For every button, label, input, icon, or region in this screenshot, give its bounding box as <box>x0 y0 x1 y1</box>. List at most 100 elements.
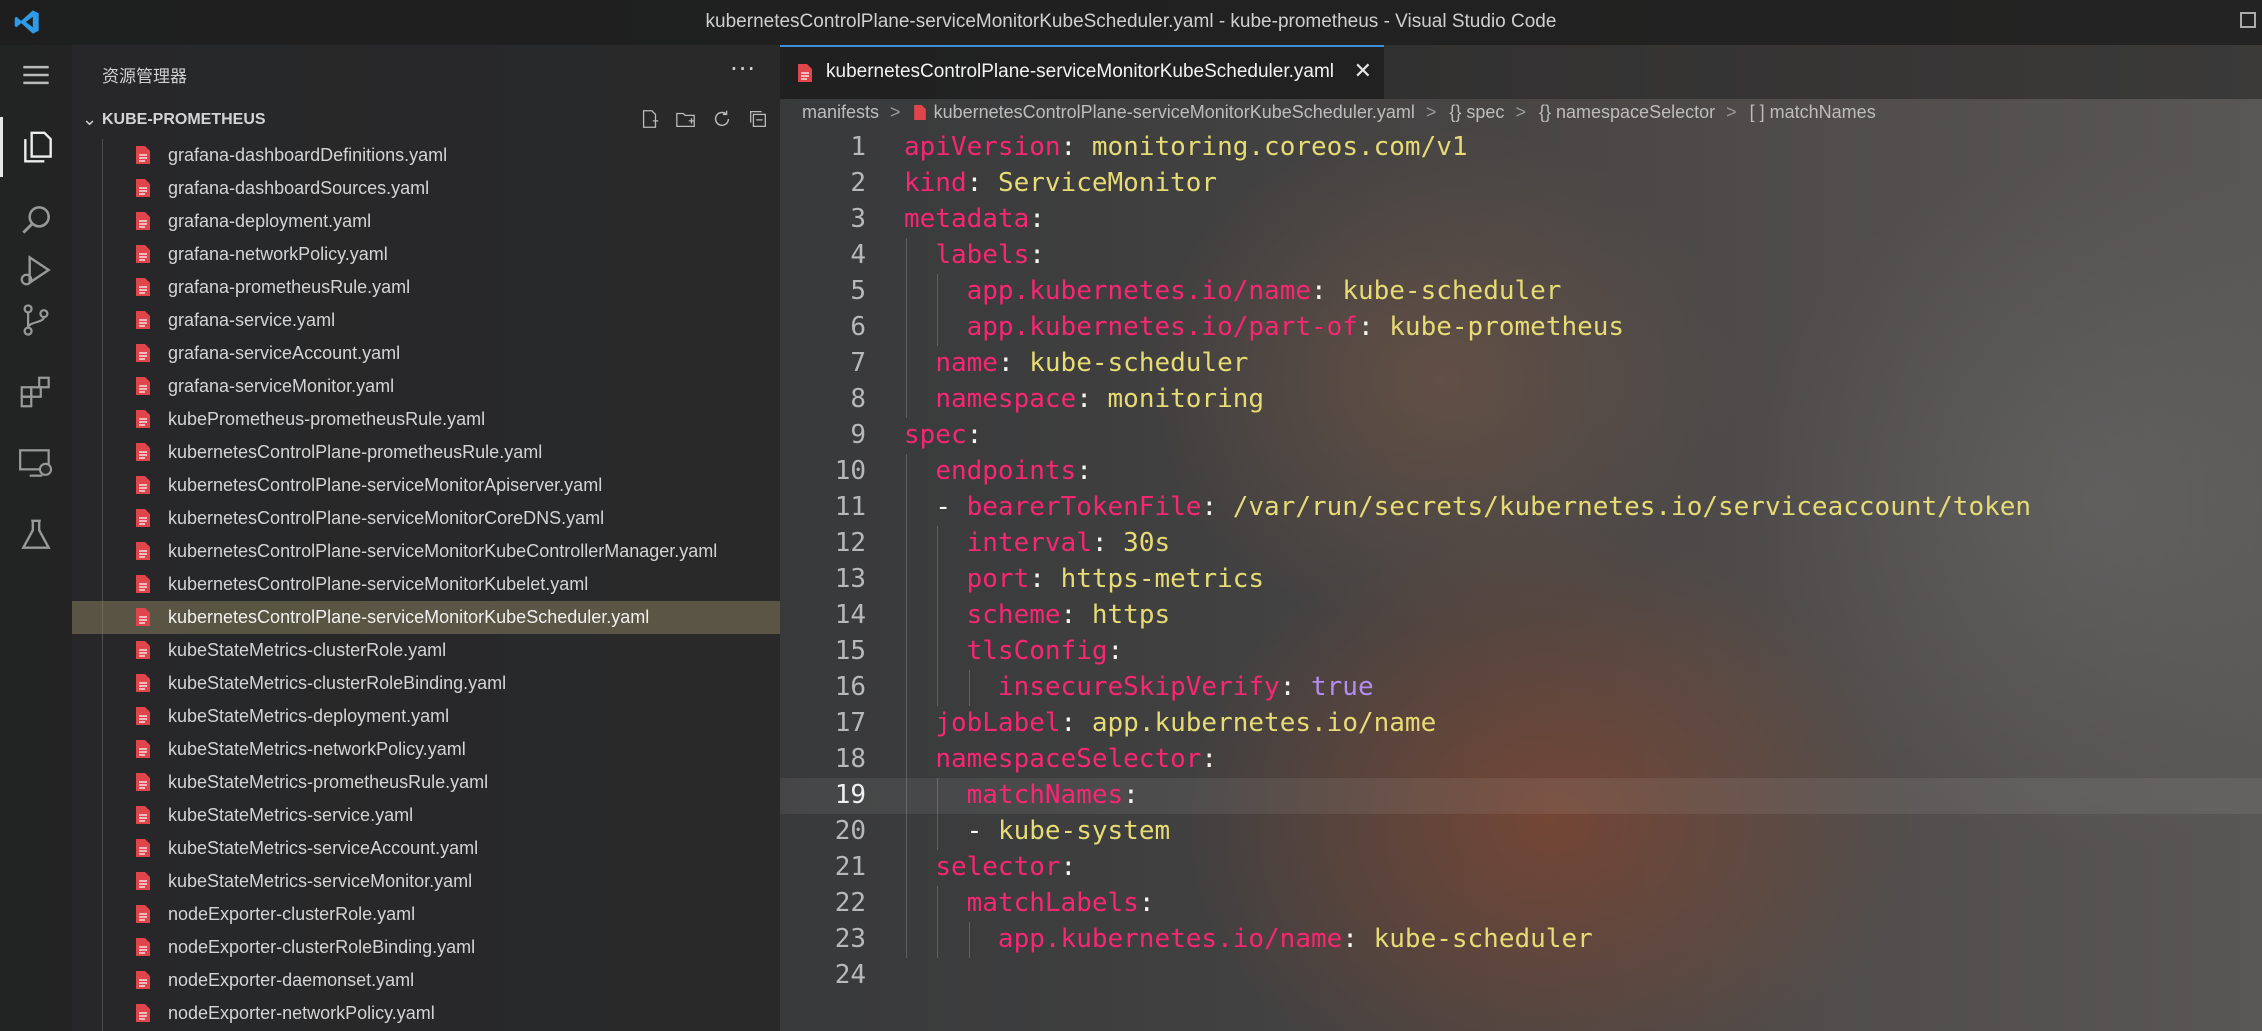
menu-icon[interactable] <box>0 45 72 105</box>
code-line[interactable]: 17 jobLabel: app.kubernetes.io/name <box>780 706 2262 742</box>
testing-icon[interactable] <box>0 505 72 565</box>
code-line[interactable]: 16 insecureSkipVerify: true <box>780 670 2262 706</box>
code-line[interactable]: 23 app.kubernetes.io/name: kube-schedule… <box>780 922 2262 958</box>
code-token: tlsConfig <box>966 636 1108 666</box>
file-item[interactable]: kubeStateMetrics-networkPolicy.yaml <box>72 733 780 766</box>
file-item[interactable]: kubernetesControlPlane-prometheusRule.ya… <box>72 436 780 469</box>
code-line[interactable]: 11 - bearerTokenFile: /var/run/secrets/k… <box>780 490 2262 526</box>
yaml-file-icon <box>136 1004 150 1022</box>
yaml-file-icon <box>136 806 150 824</box>
extensions-icon[interactable] <box>0 362 72 422</box>
code-text: interval: 30s <box>904 528 1171 558</box>
code-line[interactable]: 4 labels: <box>780 238 2262 274</box>
file-item[interactable]: nodeExporter-daemonset.yaml <box>72 964 780 997</box>
code-line[interactable]: 24 <box>780 958 2262 994</box>
file-item[interactable]: grafana-serviceMonitor.yaml <box>72 370 780 403</box>
code-line[interactable]: 5 app.kubernetes.io/name: kube-scheduler <box>780 274 2262 310</box>
file-item[interactable]: grafana-dashboardSources.yaml <box>72 172 780 205</box>
file-item[interactable]: kubeStateMetrics-clusterRole.yaml <box>72 634 780 667</box>
source-control-icon[interactable] <box>0 290 72 350</box>
workspace-name: KUBE-PROMETHEUS <box>102 111 266 128</box>
breadcrumb-file[interactable]: kubernetesControlPlane-serviceMonitorKub… <box>934 102 1415 122</box>
file-name: grafana-serviceMonitor.yaml <box>168 376 395 396</box>
refresh-icon[interactable] <box>710 107 734 131</box>
code-token: kube-prometheus <box>1389 312 1625 342</box>
breadcrumb: manifests > kubernetesControlPlane-servi… <box>802 102 1882 128</box>
code-line[interactable]: 18 namespaceSelector: <box>780 742 2262 778</box>
file-item[interactable]: grafana-serviceAccount.yaml <box>72 337 780 370</box>
new-file-icon[interactable] <box>638 107 662 131</box>
tab-active-file[interactable]: kubernetesControlPlane-serviceMonitorKub… <box>780 45 1384 99</box>
code-line[interactable]: 9 spec: <box>780 418 2262 454</box>
yaml-file-icon <box>136 839 150 857</box>
code-text: endpoints: <box>904 456 1092 486</box>
code-line[interactable]: 22 matchLabels: <box>780 886 2262 922</box>
file-item[interactable]: kubeStateMetrics-prometheusRule.yaml <box>72 766 780 799</box>
code-line[interactable]: 21 selector: <box>780 850 2262 886</box>
breadcrumb-spec[interactable]: {} spec <box>1449 102 1504 122</box>
code-line[interactable]: 1 apiVersion: monitoring.coreos.com/v1 <box>780 130 2262 166</box>
file-name: nodeExporter-clusterRole.yaml <box>168 904 416 924</box>
code-token: : <box>1060 708 1092 738</box>
code-line[interactable]: 10 endpoints: <box>780 454 2262 490</box>
explorer-icon[interactable] <box>0 117 72 177</box>
file-name: grafana-networkPolicy.yaml <box>168 244 388 264</box>
code-text: spec: <box>904 420 982 450</box>
file-item[interactable]: grafana-service.yaml <box>72 304 780 337</box>
collapse-all-icon[interactable] <box>746 107 770 131</box>
yaml-file-icon <box>136 740 150 758</box>
breadcrumb-namespace-selector[interactable]: {} namespaceSelector <box>1539 102 1715 122</box>
code-line[interactable]: 12 interval: 30s <box>780 526 2262 562</box>
file-item[interactable]: grafana-deployment.yaml <box>72 205 780 238</box>
code-line[interactable]: 8 namespace: monitoring <box>780 382 2262 418</box>
file-item[interactable]: kubePrometheus-prometheusRule.yaml <box>72 403 780 436</box>
breadcrumb-folder[interactable]: manifests <box>802 102 879 122</box>
file-item[interactable]: kubernetesControlPlane-serviceMonitorKub… <box>72 568 780 601</box>
file-item[interactable]: kubeStateMetrics-clusterRoleBinding.yaml <box>72 667 780 700</box>
code-line[interactable]: 13 port: https-metrics <box>780 562 2262 598</box>
code-line[interactable]: 20 - kube-system <box>780 814 2262 850</box>
file-item[interactable]: kubernetesControlPlane-serviceMonitorCor… <box>72 502 780 535</box>
code-text: labels: <box>904 240 1045 270</box>
file-item[interactable]: kubeStateMetrics-serviceMonitor.yaml <box>72 865 780 898</box>
window-restore-button[interactable] <box>2240 12 2256 28</box>
file-item[interactable]: kubernetesControlPlane-serviceMonitorApi… <box>72 469 780 502</box>
yaml-file-icon <box>136 509 150 527</box>
yaml-file-icon <box>136 245 150 263</box>
file-item[interactable]: grafana-networkPolicy.yaml <box>72 238 780 271</box>
code-line[interactable]: 6 app.kubernetes.io/part-of: kube-promet… <box>780 310 2262 346</box>
new-folder-icon[interactable] <box>674 107 698 131</box>
code-token: : <box>997 348 1030 378</box>
code-line[interactable]: 14 scheme: https <box>780 598 2262 634</box>
code-line[interactable]: 2 kind: ServiceMonitor <box>780 166 2262 202</box>
breadcrumb-match-names[interactable]: [ ] matchNames <box>1750 102 1876 122</box>
code-line[interactable]: 3 metadata: <box>780 202 2262 238</box>
window-title: kubernetesControlPlane-serviceMonitorKub… <box>705 11 1557 32</box>
more-actions-button[interactable]: ··· <box>730 55 756 83</box>
file-item[interactable]: kubernetesControlPlane-serviceMonitorKub… <box>72 535 780 568</box>
file-name: kubernetesControlPlane-prometheusRule.ya… <box>168 442 543 462</box>
file-item[interactable]: nodeExporter-networkPolicy.yaml <box>72 997 780 1030</box>
code-token: scheme <box>966 600 1061 630</box>
file-item[interactable]: kubeStateMetrics-serviceAccount.yaml <box>72 832 780 865</box>
file-item[interactable]: nodeExporter-clusterRole.yaml <box>72 898 780 931</box>
chevron-down-icon: ⌄ <box>82 109 98 130</box>
code-text: jobLabel: app.kubernetes.io/name <box>904 708 1436 738</box>
code-line[interactable]: 15 tlsConfig: <box>780 634 2262 670</box>
code-line[interactable]: 19 matchNames: <box>780 778 2262 814</box>
code-token: : <box>1342 924 1374 954</box>
code-line[interactable]: 7 name: kube-scheduler <box>780 346 2262 382</box>
code-editor[interactable]: 1 apiVersion: monitoring.coreos.com/v1 2 ki… <box>780 130 2262 1031</box>
close-tab-icon[interactable]: ✕ <box>1354 59 1372 84</box>
file-item[interactable]: kubeStateMetrics-service.yaml <box>72 799 780 832</box>
yaml-file-icon <box>136 278 150 296</box>
explorer-header: 资源管理器 ··· <box>72 45 780 101</box>
file-item[interactable]: kubernetesControlPlane-serviceMonitorKub… <box>72 601 780 634</box>
workspace-section-header[interactable]: ⌄ KUBE-PROMETHEUS <box>72 101 780 139</box>
remote-explorer-icon[interactable] <box>0 433 72 493</box>
file-item[interactable]: nodeExporter-clusterRoleBinding.yaml <box>72 931 780 964</box>
file-item[interactable]: grafana-prometheusRule.yaml <box>72 271 780 304</box>
file-item[interactable]: grafana-dashboardDefinitions.yaml <box>72 139 780 172</box>
code-text: app.kubernetes.io/name: kube-scheduler <box>904 924 1593 954</box>
file-item[interactable]: kubeStateMetrics-deployment.yaml <box>72 700 780 733</box>
